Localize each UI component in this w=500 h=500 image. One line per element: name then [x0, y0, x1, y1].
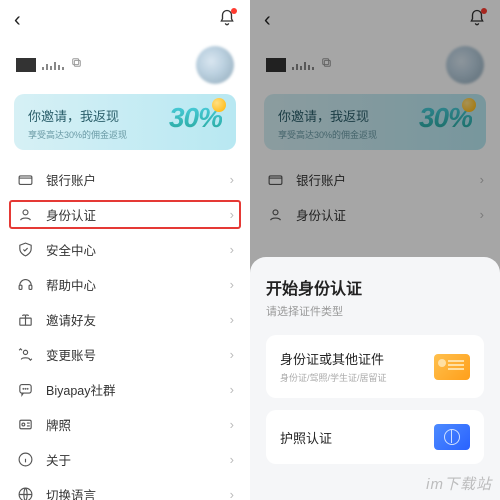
notification-icon[interactable]: [218, 9, 236, 32]
menu-label: 银行账户: [46, 170, 218, 189]
id-card-icon: [434, 354, 470, 380]
option-id-card[interactable]: 身份证或其他证件 身份证/驾照/学生证/居留证: [266, 335, 484, 398]
menu-identity[interactable]: 身份认证 ›: [8, 199, 242, 230]
topbar: ‹: [250, 0, 500, 40]
headset-icon: [16, 276, 34, 294]
user-icon: [16, 206, 34, 224]
gift-icon: [16, 311, 34, 329]
chevron-right-icon: ›: [480, 172, 484, 187]
username-censored: [16, 58, 36, 72]
menu-label: 牌照: [46, 415, 218, 434]
chevron-right-icon: ›: [230, 242, 234, 257]
chevron-right-icon: ›: [480, 207, 484, 222]
menu-label: Biyapay社群: [46, 380, 218, 399]
menu-label: 切换语言: [46, 485, 218, 500]
chat-icon: [16, 381, 34, 399]
menu-identity[interactable]: 身份认证 ›: [250, 197, 500, 232]
menu-label: 安全中心: [46, 240, 218, 259]
back-icon[interactable]: ‹: [264, 9, 271, 32]
coin-icon: [462, 98, 476, 112]
user-icon: [266, 206, 284, 224]
meta-bars: [292, 60, 314, 70]
avatar[interactable]: [446, 46, 484, 84]
notification-icon[interactable]: [468, 9, 486, 32]
copy-icon[interactable]: [320, 56, 333, 74]
username-censored: [266, 58, 286, 72]
globe-icon: [16, 486, 34, 500]
menu-label: 邀请好友: [46, 310, 218, 329]
menu-help[interactable]: 帮助中心 ›: [0, 267, 250, 302]
chevron-right-icon: ›: [230, 277, 234, 292]
menu-bank[interactable]: 银行账户 ›: [250, 162, 500, 197]
shield-icon: [16, 241, 34, 259]
chevron-right-icon: ›: [230, 417, 234, 432]
back-icon[interactable]: ‹: [14, 9, 21, 32]
promo-banner[interactable]: 你邀请，我返现 享受高达30%的佣金返现 30%: [264, 94, 486, 150]
identity-sheet: 开始身份认证 请选择证件类型 身份证或其他证件 身份证/驾照/学生证/居留证 护…: [250, 257, 500, 500]
left-screen: ‹ 你邀请，我返现 享受高达30%的佣金返现 30% 银行账户 ›: [0, 0, 250, 500]
info-icon: [16, 451, 34, 469]
menu-about[interactable]: 关于 ›: [0, 442, 250, 477]
promo-banner[interactable]: 你邀请，我返现 享受高达30%的佣金返现 30%: [14, 94, 236, 150]
avatar[interactable]: [196, 46, 234, 84]
chevron-right-icon: ›: [230, 172, 234, 187]
passport-icon: [434, 424, 470, 450]
wallet-icon: [16, 171, 34, 189]
chevron-right-icon: ›: [230, 382, 234, 397]
chevron-right-icon: ›: [230, 487, 234, 500]
menu-switch-account[interactable]: 变更账号 ›: [0, 337, 250, 372]
menu-list: 银行账户 › 身份认证 › 安全中心 › 帮助中心 › 邀请好友 ›: [0, 162, 250, 500]
option-subtitle: 身份证/驾照/学生证/居留证: [280, 371, 387, 384]
wallet-icon: [266, 171, 284, 189]
menu-community[interactable]: Biyapay社群 ›: [0, 372, 250, 407]
menu-label: 身份认证: [296, 205, 468, 224]
coin-icon: [212, 98, 226, 112]
profile-row: [250, 40, 500, 94]
copy-icon[interactable]: [70, 56, 83, 74]
chevron-right-icon: ›: [230, 452, 234, 467]
meta-bars: [42, 60, 64, 70]
menu-security[interactable]: 安全中心 ›: [0, 232, 250, 267]
sheet-title: 开始身份认证: [266, 275, 484, 299]
option-title: 身份证或其他证件: [280, 349, 387, 368]
menu-label: 关于: [46, 450, 218, 469]
topbar: ‹: [0, 0, 250, 40]
option-title: 护照认证: [280, 428, 332, 447]
badge-icon: [16, 416, 34, 434]
menu-language[interactable]: 切换语言 ›: [0, 477, 250, 500]
option-passport[interactable]: 护照认证: [266, 410, 484, 464]
right-screen: ‹ 你邀请，我返现 享受高达30%的佣金返现 30% 银行账户 ›: [250, 0, 500, 500]
menu-bank[interactable]: 银行账户 ›: [0, 162, 250, 197]
chevron-right-icon: ›: [230, 312, 234, 327]
sheet-subtitle: 请选择证件类型: [266, 303, 484, 319]
menu-label: 身份认证: [46, 205, 218, 224]
profile-row: [0, 40, 250, 94]
menu-label: 帮助中心: [46, 275, 218, 294]
menu-license[interactable]: 牌照 ›: [0, 407, 250, 442]
switch-user-icon: [16, 346, 34, 364]
menu-label: 银行账户: [296, 170, 468, 189]
chevron-right-icon: ›: [230, 207, 234, 222]
menu-invite[interactable]: 邀请好友 ›: [0, 302, 250, 337]
menu-label: 变更账号: [46, 345, 218, 364]
chevron-right-icon: ›: [230, 347, 234, 362]
